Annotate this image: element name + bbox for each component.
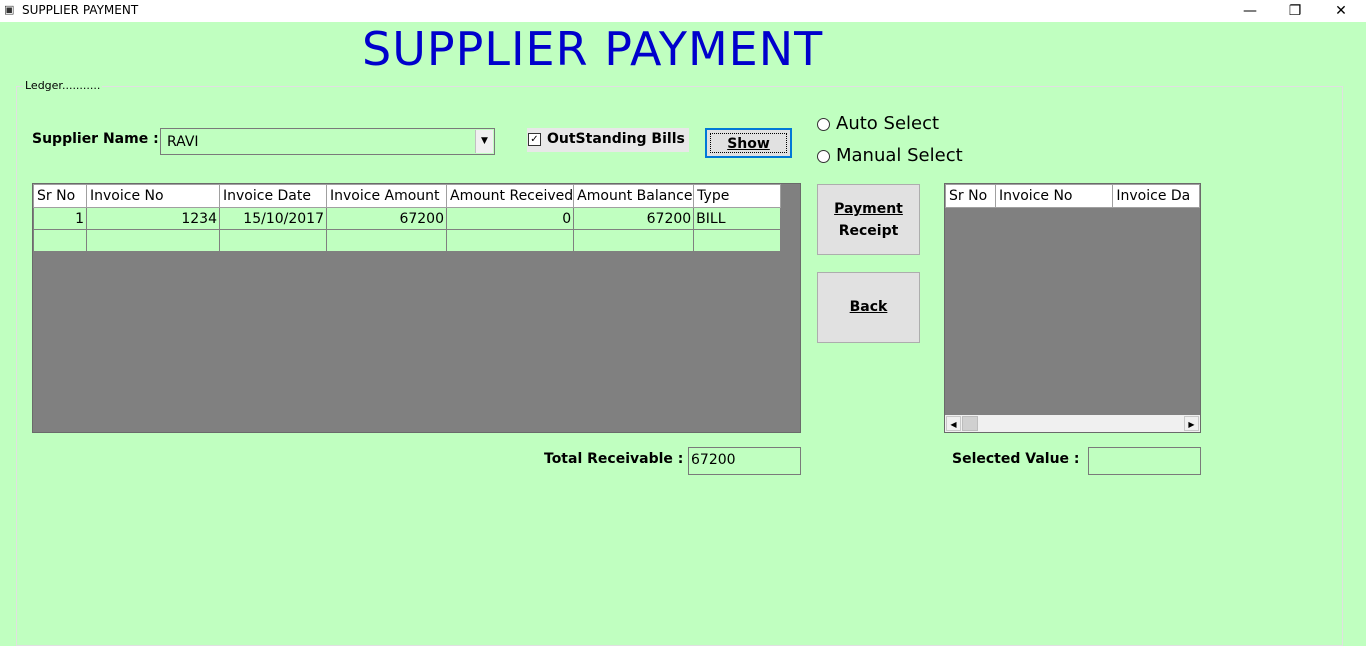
column-header[interactable]: Invoice Amount: [326, 184, 447, 208]
window-title: SUPPLIER PAYMENT: [22, 3, 139, 17]
column-header[interactable]: Invoice Date: [219, 184, 327, 208]
payment-receipt-label-line2: Receipt: [838, 223, 899, 239]
table-cell[interactable]: [326, 229, 447, 252]
auto-select-label: Auto Select: [836, 113, 940, 134]
table-cell[interactable]: 1234: [86, 207, 220, 230]
supplier-name-value: RAVI: [167, 134, 199, 150]
total-receivable-label: Total Receivable :: [544, 451, 684, 467]
restore-button[interactable]: ❐: [1272, 0, 1318, 22]
table-cell[interactable]: 0: [445, 207, 575, 230]
table-cell[interactable]: 15/10/2017: [219, 207, 327, 230]
show-button-label: Show: [727, 136, 770, 152]
scroll-left-icon[interactable]: ◀: [946, 416, 961, 431]
selected-invoice-grid[interactable]: Sr No Invoice No Invoice Da ◀ ▶: [944, 183, 1201, 433]
total-receivable-field[interactable]: 67200: [688, 447, 801, 475]
outstanding-bills-label: OutStanding Bills: [547, 131, 685, 147]
table-cell[interactable]: [86, 229, 220, 252]
selected-value-field[interactable]: [1088, 447, 1201, 475]
table-cell[interactable]: 1: [33, 207, 87, 230]
manual-select-label: Manual Select: [836, 145, 963, 166]
table-cell[interactable]: BILL: [693, 207, 782, 230]
scroll-right-icon[interactable]: ▶: [1184, 416, 1199, 431]
column-header[interactable]: Type: [693, 184, 782, 208]
supplier-name-combo[interactable]: RAVI ▼: [160, 128, 495, 155]
table-cell[interactable]: 67200: [573, 207, 695, 230]
invoice-grid[interactable]: Sr No Invoice No Invoice Date Invoice Am…: [32, 183, 801, 433]
chevron-down-icon[interactable]: ▼: [475, 130, 493, 153]
window-titlebar: ▣ SUPPLIER PAYMENT — ❐ ✕: [0, 0, 1366, 22]
table-cell[interactable]: [573, 229, 695, 252]
column-header[interactable]: Invoice No: [86, 184, 220, 208]
column-header[interactable]: Amount Received: [445, 184, 575, 208]
ledger-group-label: Ledger...........: [23, 79, 103, 92]
table-row[interactable]: [33, 229, 782, 252]
column-header[interactable]: Amount Balance: [573, 184, 695, 208]
supplier-name-label: Supplier Name :: [32, 131, 159, 147]
payment-receipt-button[interactable]: Payment Receipt: [817, 184, 920, 255]
page-title: SUPPLIER PAYMENT: [362, 22, 824, 76]
table-cell[interactable]: [693, 229, 782, 252]
table-row[interactable]: 1 1234 15/10/2017 67200 0 67200 BILL: [33, 207, 782, 230]
show-button[interactable]: Show: [705, 128, 792, 158]
table-cell[interactable]: 67200: [326, 207, 447, 230]
table-cell[interactable]: [219, 229, 327, 252]
manual-select-radio[interactable]: [817, 150, 830, 163]
table-cell[interactable]: [33, 229, 87, 252]
column-header[interactable]: Sr No: [33, 184, 87, 208]
table-header-row: Sr No Invoice No Invoice Da: [945, 184, 1200, 208]
horizontal-scrollbar[interactable]: ◀ ▶: [945, 415, 1200, 432]
app-icon: ▣: [4, 3, 15, 16]
scroll-thumb[interactable]: [962, 416, 978, 431]
column-header[interactable]: Sr No: [945, 184, 996, 208]
outstanding-bills-checkbox[interactable]: ✓ OutStanding Bills: [527, 128, 689, 152]
table-header-row: Sr No Invoice No Invoice Date Invoice Am…: [33, 184, 782, 208]
selected-value-label: Selected Value :: [952, 451, 1080, 467]
checkbox-check-icon[interactable]: ✓: [528, 133, 541, 146]
column-header[interactable]: Invoice Da: [1112, 184, 1200, 208]
auto-select-radio[interactable]: [817, 118, 830, 131]
selected-invoice-table: Sr No Invoice No Invoice Da: [945, 184, 1200, 208]
payment-receipt-label-line1: Payment: [834, 201, 903, 217]
minimize-button[interactable]: —: [1227, 0, 1273, 22]
table-cell[interactable]: [445, 229, 575, 252]
back-button[interactable]: Back: [817, 272, 920, 343]
back-button-label: Back: [849, 299, 888, 315]
close-button[interactable]: ✕: [1318, 0, 1364, 22]
invoice-table: Sr No Invoice No Invoice Date Invoice Am…: [33, 184, 782, 252]
column-header[interactable]: Invoice No: [994, 184, 1114, 208]
